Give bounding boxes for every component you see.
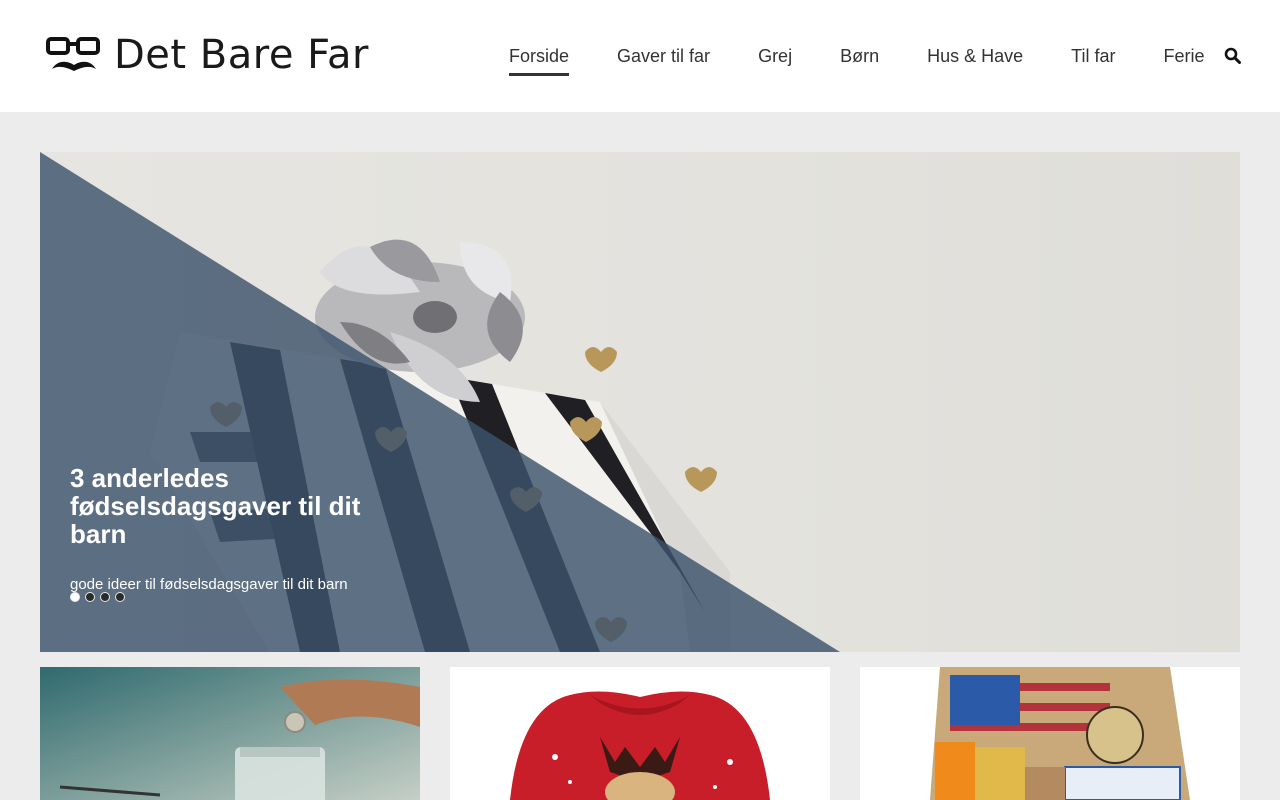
slider-pagination [70,592,130,602]
search-icon[interactable] [1224,47,1241,64]
nav-item-gaver-til-far[interactable]: Gaver til far [617,44,710,76]
christmas-sweater-image [450,667,830,800]
christmas-sweater-card[interactable] [450,667,830,800]
slider-dot-1[interactable] [70,592,80,602]
nav-item-til-far[interactable]: Til far [1071,44,1115,76]
glasses-mustache-icon [46,37,100,71]
site-logo[interactable]: Det Bare Far [46,32,369,78]
nav-item-ferie[interactable]: Ferie [1163,44,1204,76]
slide-title[interactable]: 3 anderledes fødselsdagsgaver til dit ba… [70,464,370,548]
nav-item-forside[interactable]: Forside [509,44,570,76]
coins-jar-image [40,667,420,800]
slider-dot-2[interactable] [85,592,95,602]
site-name: Det Bare Far [114,32,369,78]
featured-slider[interactable]: 3 anderledes fødselsdagsgaver til dit ba… [40,152,1240,652]
nav-item-grej[interactable]: Grej [758,44,792,76]
candy-box-image [860,667,1240,800]
candy-box-card[interactable] [860,667,1240,800]
slider-dot-4[interactable] [115,592,125,602]
site-header: Det Bare Far Forside Gaver til far Grej … [0,0,1280,112]
main-nav: Forside Gaver til far Grej Børn Hus & Ha… [509,44,1253,76]
slider-dot-3[interactable] [100,592,110,602]
coins-jar-card[interactable] [40,667,420,800]
nav-item-boern[interactable]: Børn [840,44,879,76]
nav-item-hus-have[interactable]: Hus & Have [927,44,1023,76]
